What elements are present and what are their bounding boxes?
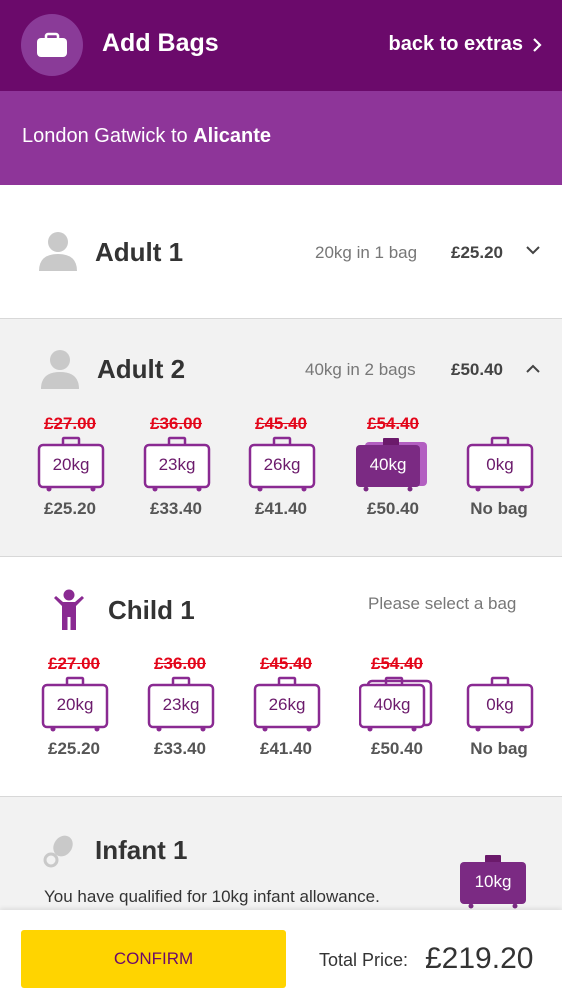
option-price: No bag bbox=[470, 499, 528, 518]
bag-weight: 0kg bbox=[486, 455, 514, 474]
bag-weight: 23kg bbox=[162, 695, 200, 714]
bag-option-26kg[interactable]: £45.40 26kg £41.40 bbox=[236, 654, 336, 774]
chevron-right-icon bbox=[533, 37, 542, 52]
suitcase-icon: 20kg bbox=[37, 436, 105, 492]
passenger-name: Infant 1 bbox=[95, 835, 188, 865]
option-price: £41.40 bbox=[260, 739, 312, 758]
bag-option-no-bag[interactable]: 0kg No bag bbox=[449, 654, 549, 774]
bag-option-no-bag[interactable]: 0kg No bag bbox=[449, 414, 549, 534]
bag-option-20kg[interactable]: £27.00 20kg £25.20 bbox=[24, 654, 124, 774]
original-price: £27.00 bbox=[44, 414, 96, 433]
total-price-label: Total Price: bbox=[319, 950, 409, 970]
bag-price: £25.20 bbox=[451, 243, 503, 262]
option-price: £33.40 bbox=[150, 499, 202, 518]
bag-weight: 0kg bbox=[486, 695, 514, 714]
bag-weight: 20kg bbox=[56, 695, 94, 714]
bag-weight: 10kg bbox=[474, 872, 512, 891]
bag-price: £50.40 bbox=[451, 360, 503, 379]
bag-weight: 20kg bbox=[52, 455, 90, 474]
passenger-child-1[interactable]: Child 1 Please select a bag £27.00 20kg … bbox=[0, 557, 562, 797]
bag-weight: 23kg bbox=[158, 455, 196, 474]
bag-weight: 26kg bbox=[268, 695, 306, 714]
page-title: Add Bags bbox=[102, 29, 219, 57]
bag-weight: 26kg bbox=[263, 455, 301, 474]
chevron-up-icon[interactable] bbox=[526, 364, 540, 373]
confirm-button[interactable]: CONFIRM bbox=[21, 930, 286, 988]
child-icon bbox=[54, 589, 84, 630]
double-suitcase-icon: 40kg bbox=[358, 676, 435, 732]
suitcase-icon: 26kg bbox=[253, 676, 321, 732]
route-origin: London Gatwick to bbox=[22, 125, 194, 147]
suitcase-icon: 20kg bbox=[41, 676, 109, 732]
route-text: London Gatwick to Alicante bbox=[22, 125, 271, 148]
bag-option-40kg[interactable]: £54.40 40kg £50.40 bbox=[347, 654, 447, 774]
suitcase-icon: 0kg bbox=[466, 436, 534, 492]
infant-allowance-bag-icon: 10kg bbox=[459, 853, 527, 909]
suitcase-icon: 23kg bbox=[147, 676, 215, 732]
adult-avatar-icon bbox=[39, 232, 77, 271]
original-price: £54.40 bbox=[367, 414, 419, 433]
option-price: £50.40 bbox=[367, 499, 419, 518]
suitcase-icon: 0kg bbox=[466, 676, 534, 732]
double-suitcase-icon: 40kg bbox=[355, 436, 431, 492]
bag-option-23kg[interactable]: £36.00 23kg £33.40 bbox=[130, 654, 230, 774]
suitcase-icon bbox=[21, 14, 83, 76]
passenger-name: Child 1 bbox=[108, 595, 195, 625]
bag-weight: 40kg bbox=[369, 455, 407, 474]
chevron-down-icon[interactable] bbox=[526, 246, 540, 255]
option-price: No bag bbox=[470, 739, 528, 758]
total-price-value: £219.20 bbox=[425, 942, 534, 975]
original-price: £45.40 bbox=[255, 414, 307, 433]
bag-summary: 20kg in 1 bag bbox=[315, 243, 418, 262]
infant-allowance-text: You have qualified for 10kg infant allow… bbox=[44, 887, 380, 906]
original-price: £45.40 bbox=[260, 654, 312, 673]
bag-weight: 40kg bbox=[373, 695, 411, 714]
pacifier-icon bbox=[43, 835, 73, 868]
bag-option-40kg-selected[interactable]: £54.40 40kg £50.40 bbox=[343, 414, 443, 534]
passenger-adult-2[interactable]: Adult 2 40kg in 2 bags £50.40 £27.00 20k… bbox=[0, 319, 562, 557]
passenger-adult-1[interactable]: Adult 1 20kg in 1 bag £25.20 bbox=[0, 185, 562, 319]
option-price: £50.40 bbox=[371, 739, 423, 758]
original-price: £36.00 bbox=[150, 414, 202, 433]
back-link-label: back to extras bbox=[388, 33, 523, 55]
passenger-name: Adult 2 bbox=[97, 354, 186, 384]
suitcase-icon: 26kg bbox=[248, 436, 316, 492]
original-price: £54.40 bbox=[371, 654, 423, 673]
option-price: £33.40 bbox=[154, 739, 206, 758]
bag-option-23kg[interactable]: £36.00 23kg £33.40 bbox=[126, 414, 226, 534]
back-to-extras-link[interactable]: back to extras bbox=[388, 33, 542, 56]
app-header: Add Bags back to extras bbox=[0, 0, 562, 91]
passenger-name: Adult 1 bbox=[95, 237, 184, 267]
bag-option-20kg[interactable]: £27.00 20kg £25.20 bbox=[20, 414, 120, 534]
bag-summary: 40kg in 2 bags bbox=[305, 360, 416, 379]
adult-avatar-icon bbox=[41, 350, 79, 389]
option-price: £41.40 bbox=[255, 499, 307, 518]
route-destination: Alicante bbox=[193, 125, 272, 147]
option-price: £25.20 bbox=[44, 499, 96, 518]
bag-option-26kg[interactable]: £45.40 26kg £41.40 bbox=[231, 414, 331, 534]
bag-summary: Please select a bag bbox=[368, 594, 517, 613]
original-price: £27.00 bbox=[48, 654, 100, 673]
original-price: £36.00 bbox=[154, 654, 206, 673]
suitcase-icon: 23kg bbox=[143, 436, 211, 492]
footer-bar: CONFIRM Total Price: £219.20 bbox=[0, 910, 562, 1000]
option-price: £25.20 bbox=[48, 739, 100, 758]
route-banner: London Gatwick to Alicante bbox=[0, 91, 562, 185]
